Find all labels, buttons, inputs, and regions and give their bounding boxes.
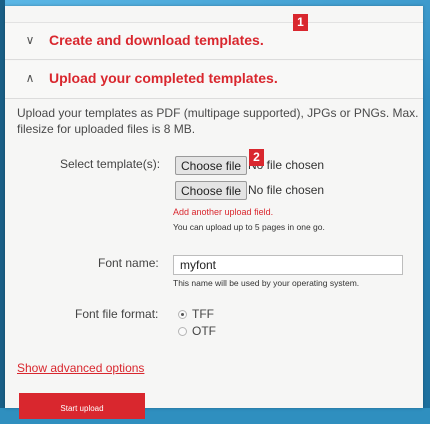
callout-badge-2: 2 xyxy=(249,149,264,166)
choose-file-button-2[interactable]: Choose file xyxy=(175,181,248,200)
chevron-up-icon: ∧ xyxy=(25,71,35,85)
font-name-label: Font name: xyxy=(98,256,159,270)
start-upload-button[interactable]: Start upload xyxy=(19,393,145,419)
font-name-input[interactable] xyxy=(173,255,403,275)
upload-instructions: Upload your templates as PDF (multipage … xyxy=(17,106,419,136)
format-tff-radio[interactable] xyxy=(178,310,187,319)
callout-badge-1: 1 xyxy=(293,14,308,31)
font-format-label: Font file format: xyxy=(75,307,159,321)
add-upload-field-link[interactable]: Add another upload field. xyxy=(173,207,273,217)
accordion-upload-title: Upload your completed templates. xyxy=(49,70,278,86)
format-otf-label: OTF xyxy=(192,324,216,338)
select-templates-label: Select template(s): xyxy=(60,157,161,171)
show-advanced-options-link[interactable]: Show advanced options xyxy=(17,361,144,375)
upload-limit-hint: You can upload up to 5 pages in one go. xyxy=(173,222,325,232)
choose-file-button-1[interactable]: Choose file xyxy=(175,156,248,175)
accordion-upload-templates[interactable]: ∧ Upload your completed templates. xyxy=(5,61,423,99)
accordion-create-templates[interactable]: ∨ Create and download templates. xyxy=(5,22,423,60)
file-status-2: No file chosen xyxy=(248,183,325,197)
upload-panel: ∨ Create and download templates. ∧ Uploa… xyxy=(5,6,423,419)
format-tff-label: TFF xyxy=(192,307,214,321)
chevron-down-icon: ∨ xyxy=(25,33,35,47)
format-otf-radio[interactable] xyxy=(178,327,187,336)
font-name-hint: This name will be used by your operating… xyxy=(173,278,360,288)
accordion-create-title: Create and download templates. xyxy=(49,32,264,48)
